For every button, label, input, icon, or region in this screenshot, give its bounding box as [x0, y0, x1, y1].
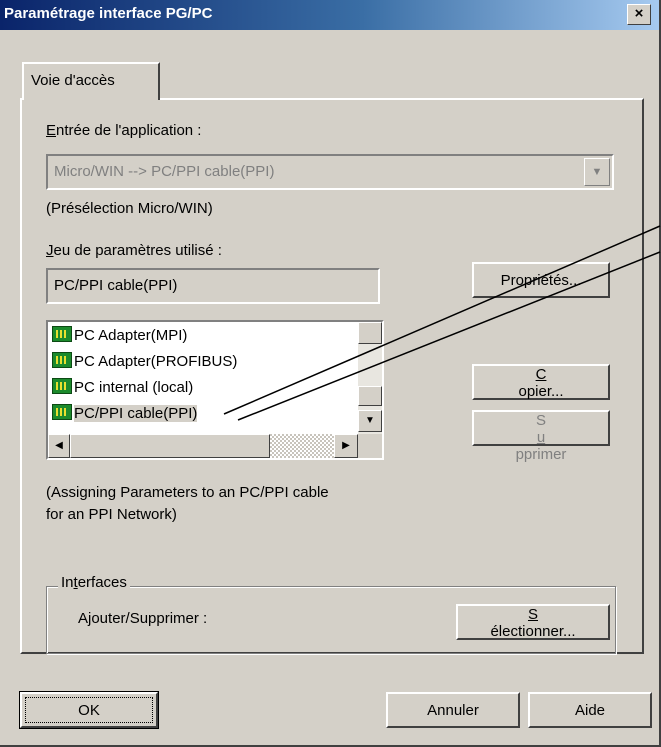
callout-line-lower — [237, 251, 661, 421]
callout-pointer — [223, 225, 661, 421]
callout-line-upper — [223, 225, 661, 415]
tab-access-path[interactable]: Voie d'accès — [22, 62, 160, 100]
tab-label: Voie d'accès — [31, 72, 115, 89]
